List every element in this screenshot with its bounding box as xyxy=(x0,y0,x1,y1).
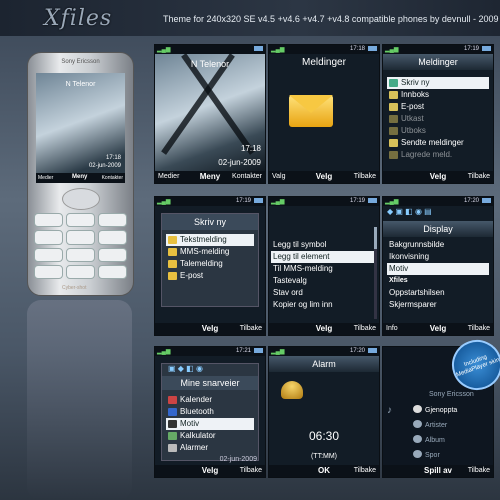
meldinger-list-title: Meldinger xyxy=(383,54,493,70)
music-note-icon: ♪ xyxy=(387,405,392,416)
soft-right[interactable]: Tilbake xyxy=(240,467,262,474)
soft-right[interactable]: Tilbake xyxy=(468,173,490,180)
home-time: 17:18 xyxy=(240,144,261,153)
artist-icon xyxy=(413,420,422,428)
xfiles-logo: Xfiles xyxy=(44,6,113,31)
menu-item[interactable]: Legg til element xyxy=(271,251,375,263)
phone-time: 17:18 xyxy=(105,155,121,161)
soft-right[interactable]: Tilbake xyxy=(354,325,376,332)
phone-brand: Sony Ericsson xyxy=(61,59,100,65)
soft-right[interactable]: Tilbake xyxy=(468,325,490,332)
phone-keypad xyxy=(34,213,127,279)
screen-options: ▂▄▆ 17:19 Legg til symbol Legg til elemen… xyxy=(268,196,380,336)
wallpaper xyxy=(155,53,265,171)
soft-right[interactable]: Tilbake xyxy=(240,325,262,332)
menu-item[interactable]: Skriv ny xyxy=(387,77,489,89)
menu-item[interactable]: Kopier og lim inn xyxy=(271,299,375,311)
envelope-icon xyxy=(289,95,333,127)
media-item[interactable]: Album xyxy=(411,433,489,448)
phone-date: 02-jun-2009 xyxy=(88,163,121,169)
alarm-icon xyxy=(168,444,177,452)
battery-icon xyxy=(254,46,263,51)
media-item[interactable]: Spor xyxy=(411,448,489,463)
soft-right[interactable]: Tilbake xyxy=(354,173,376,180)
media-item[interactable]: Artister xyxy=(411,418,489,433)
alarm-time[interactable]: 06:30 xyxy=(269,429,379,443)
menu-item[interactable]: Talemelding xyxy=(166,258,254,270)
menu-item[interactable]: Stav ord xyxy=(271,287,375,299)
menu-item[interactable]: Oppstartshilsen xyxy=(387,287,489,299)
menu-item[interactable]: Til MMS-melding xyxy=(271,263,375,275)
track-icon xyxy=(413,450,422,458)
home-operator: N Telenor xyxy=(190,59,230,69)
album-icon xyxy=(413,435,422,443)
soft-right[interactable]: Tilbake xyxy=(354,467,376,474)
menu-item[interactable]: Lagrede meld. xyxy=(387,149,489,161)
snarveier-popup: ▣ ◆ ◧ ◉ Mine snarveier Kalender Bluetoot… xyxy=(161,363,259,461)
phone-device: Sony Ericsson N Telenor 17:18 02-jun-200… xyxy=(27,52,134,296)
theme-icon xyxy=(168,420,177,428)
skriv-ny-popup: Skriv ny Tekstmelding MMS-melding Taleme… xyxy=(161,213,259,307)
menu-item[interactable]: Motiv xyxy=(387,263,489,275)
screen-skriv-ny: ▂▄▆ 17:19 Skriv ny Tekstmelding MMS-meldi… xyxy=(154,196,266,336)
skriv-ny-title: Skriv ny xyxy=(162,214,258,230)
screen-display: ▂▄▆ 17:20 ◆ ▣ ◧ ◉ ▤ Display Bakgrunnsbild… xyxy=(382,196,494,336)
snarveier-date: 02-jun-2009 xyxy=(219,456,257,463)
menu-item[interactable]: Sendte meldinger xyxy=(387,137,489,149)
menu-item-value: Xfiles xyxy=(389,277,408,284)
phone-operator: N Telenor xyxy=(65,81,96,88)
header-subtitle: Theme for 240x320 SE v4.5 +v4.6 +v4.7 +v… xyxy=(163,14,499,24)
phone-soft-right: Kontakter xyxy=(101,175,123,181)
phone-soft-left: Medier xyxy=(38,175,54,181)
bluetooth-icon xyxy=(168,408,177,416)
menu-item[interactable]: Bakgrunnsbilde xyxy=(387,239,489,251)
phone-soft-center: Meny xyxy=(72,174,88,180)
soft-right[interactable]: Kontakter xyxy=(232,173,262,180)
menu-item[interactable]: Legg til symbol xyxy=(271,239,375,251)
menu-item[interactable]: Utkast xyxy=(387,113,489,125)
alarm-format: (TT:MM) xyxy=(310,453,338,460)
home-date: 02-jun-2009 xyxy=(218,158,261,167)
signal-icon: ▂▄▆ xyxy=(157,47,171,53)
screen-snarveier: ▂▄▆ 17:21 ▣ ◆ ◧ ◉ Mine snarveier Kalender… xyxy=(154,346,266,478)
cybershot-label: Cyber-shot xyxy=(62,285,87,291)
screen-alarm: ▂▄▆ 17:20 Alarm 06:30 (TT:MM) OK Tilbake xyxy=(268,346,380,478)
menu-item[interactable]: Skjermsparer xyxy=(387,299,489,311)
settings-tabs: ◆ ▣ ◧ ◉ ▤ xyxy=(387,207,432,216)
phone-screen: N Telenor 17:18 02-jun-2009 Medier Meny … xyxy=(36,73,125,183)
menu-item[interactable]: Kalender xyxy=(166,394,254,406)
bell-icon xyxy=(281,381,303,399)
menu-item[interactable]: Kalkulator xyxy=(166,430,254,442)
screen-home: ▂▄▆ N Telenor 17:18 02-jun-2009 Medier M… xyxy=(154,44,266,184)
menu-item[interactable]: Tastevalg xyxy=(271,275,375,287)
snarveier-title: Mine snarveier xyxy=(162,376,258,390)
header-bar: Xfiles Theme for 240x320 SE v4.5 +v4.6 +… xyxy=(0,0,500,36)
calculator-icon xyxy=(168,432,177,440)
play-icon xyxy=(413,405,422,413)
screen-meldinger-icon: ▂▄▆ 17:18 Meldinger Valg Velg Tilbake xyxy=(268,44,380,184)
menu-item[interactable]: Motiv xyxy=(166,418,254,430)
screen-meldinger-list: ▂▄▆ 17:19 Meldinger Skriv ny Innboks E-po… xyxy=(382,44,494,184)
phone-navigation-key xyxy=(62,188,100,210)
menu-item[interactable]: Tekstmelding xyxy=(166,234,254,246)
media-brand: Sony Ericsson xyxy=(429,391,474,398)
menu-item[interactable]: Utboks xyxy=(387,125,489,137)
soft-right[interactable]: Tilbake xyxy=(468,467,490,474)
calendar-icon xyxy=(168,396,177,404)
menu-item[interactable]: Innboks xyxy=(387,89,489,101)
menu-item[interactable]: Ikonvisning xyxy=(387,251,489,263)
scrollbar[interactable] xyxy=(374,227,377,319)
meldinger-title: Meldinger xyxy=(302,57,346,68)
menu-item[interactable]: MMS-melding xyxy=(166,246,254,258)
phone-reflection xyxy=(27,300,132,500)
menu-item[interactable]: E-post xyxy=(166,270,254,282)
menu-item[interactable]: Alarmer xyxy=(166,442,254,454)
menu-item[interactable]: Bluetooth xyxy=(166,406,254,418)
alarm-title: Alarm xyxy=(269,356,379,372)
display-title: Display xyxy=(383,221,493,237)
menu-item[interactable]: E-post xyxy=(387,101,489,113)
media-item[interactable]: Gjenoppta xyxy=(411,403,489,418)
